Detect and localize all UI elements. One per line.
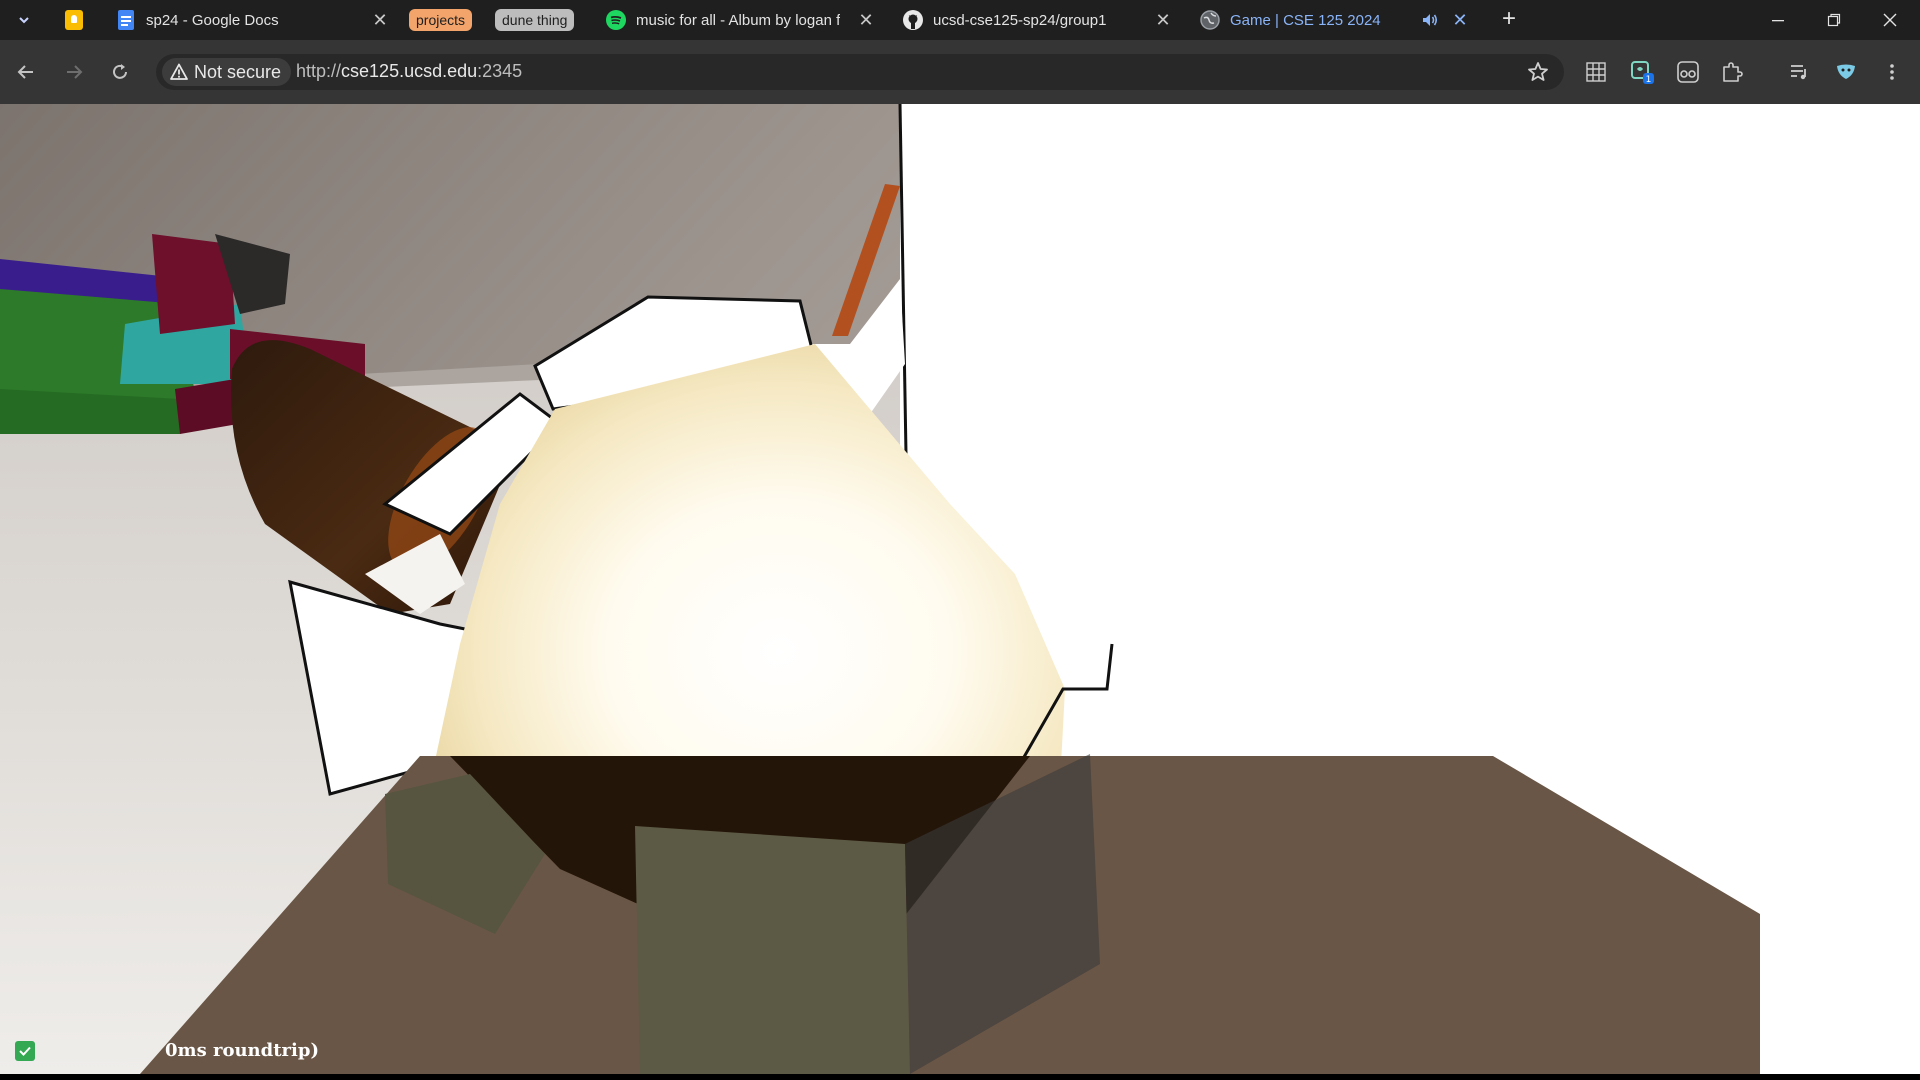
tab-title: music for all - Album by logan f [636,11,841,29]
chevron-down-icon [19,17,29,24]
tab-title: Game | CSE 125 2024 [1230,11,1381,29]
browser-toolbar: Not secure http://cse125.ucsd.edu:2345 1 [0,40,1920,104]
warning-icon [170,63,188,80]
window-bottom-border [0,1074,1920,1080]
reload-button[interactable] [104,56,136,88]
github-icon [903,10,923,30]
media-queue-icon[interactable] [1785,58,1813,86]
profile-avatar-icon[interactable] [1832,58,1860,86]
tab-title: ucsd-cse125-sp24/group1 [933,11,1107,29]
back-button[interactable] [10,56,42,88]
svg-text:1: 1 [1646,75,1652,85]
close-tab-icon[interactable]: ✕ [1450,10,1470,30]
more-menu-icon[interactable] [1878,58,1906,86]
arrow-left-icon [17,65,33,79]
tab-group-projects[interactable]: projects [409,9,473,31]
close-window-button[interactable] [1862,0,1918,40]
pinned-tab-keep[interactable] [60,6,88,34]
restore-window-button[interactable] [1806,0,1862,40]
game-viewport[interactable]: 0ms roundtrip) [0,104,1920,1074]
audio-playing-icon[interactable] [1420,10,1440,34]
url-port: :2345 [477,61,523,81]
roundtrip-status-text: 0ms roundtrip) [165,1040,319,1061]
reload-icon [113,64,127,79]
tab-spotify[interactable]: music for all - Album by logan f ✕ [596,4,882,36]
scene-olive-block-lower [635,826,910,1074]
tab-group-dune-thing[interactable]: dune thing [495,9,575,31]
game-3d-scene[interactable] [0,104,1920,1074]
screen-capture-extension-icon[interactable]: 1 [1628,58,1656,86]
close-icon [1883,13,1897,27]
spotify-icon [606,10,626,30]
security-label: Not secure [194,61,282,82]
tab-google-docs[interactable]: sp24 - Google Docs ✕ [106,4,396,36]
globe-icon [1200,10,1220,30]
google-keep-icon [65,10,83,30]
site-security-chip[interactable]: Not secure [162,58,292,86]
tab-github[interactable]: ucsd-cse125-sp24/group1 ✕ [893,4,1179,36]
close-tab-icon[interactable]: ✕ [370,10,390,30]
checkbox-checked-icon[interactable] [15,1040,35,1061]
reader-glasses-extension-icon[interactable] [1674,58,1702,86]
tab-search-button[interactable] [10,6,38,34]
tab-strip: sp24 - Google Docs ✕ projects dune thing… [0,0,1920,40]
minimize-window-button[interactable] [1750,0,1806,40]
google-docs-icon [116,10,136,30]
bookmark-star-icon[interactable] [1526,60,1550,84]
url-scheme: http:// [296,61,342,81]
minimize-icon [1772,20,1784,22]
new-tab-button[interactable]: + [1495,6,1523,34]
tab-title: sp24 - Google Docs [146,11,279,29]
restore-icon [1827,13,1841,27]
address-bar[interactable]: Not secure http://cse125.ucsd.edu:2345 [156,54,1564,90]
url-text[interactable]: http://cse125.ucsd.edu:2345 [296,61,522,82]
puzzle-extensions-icon[interactable] [1718,58,1746,86]
grid-extension-icon[interactable] [1582,58,1610,86]
connection-status: 0ms roundtrip) [15,1040,319,1061]
arrow-right-icon [67,65,83,79]
tab-game-cse125[interactable]: Game | CSE 125 2024 ✕ [1190,4,1476,36]
forward-button[interactable] [58,56,90,88]
url-host: cse125.ucsd.edu [341,61,478,81]
close-tab-icon[interactable]: ✕ [856,10,876,30]
close-tab-icon[interactable]: ✕ [1153,10,1173,30]
